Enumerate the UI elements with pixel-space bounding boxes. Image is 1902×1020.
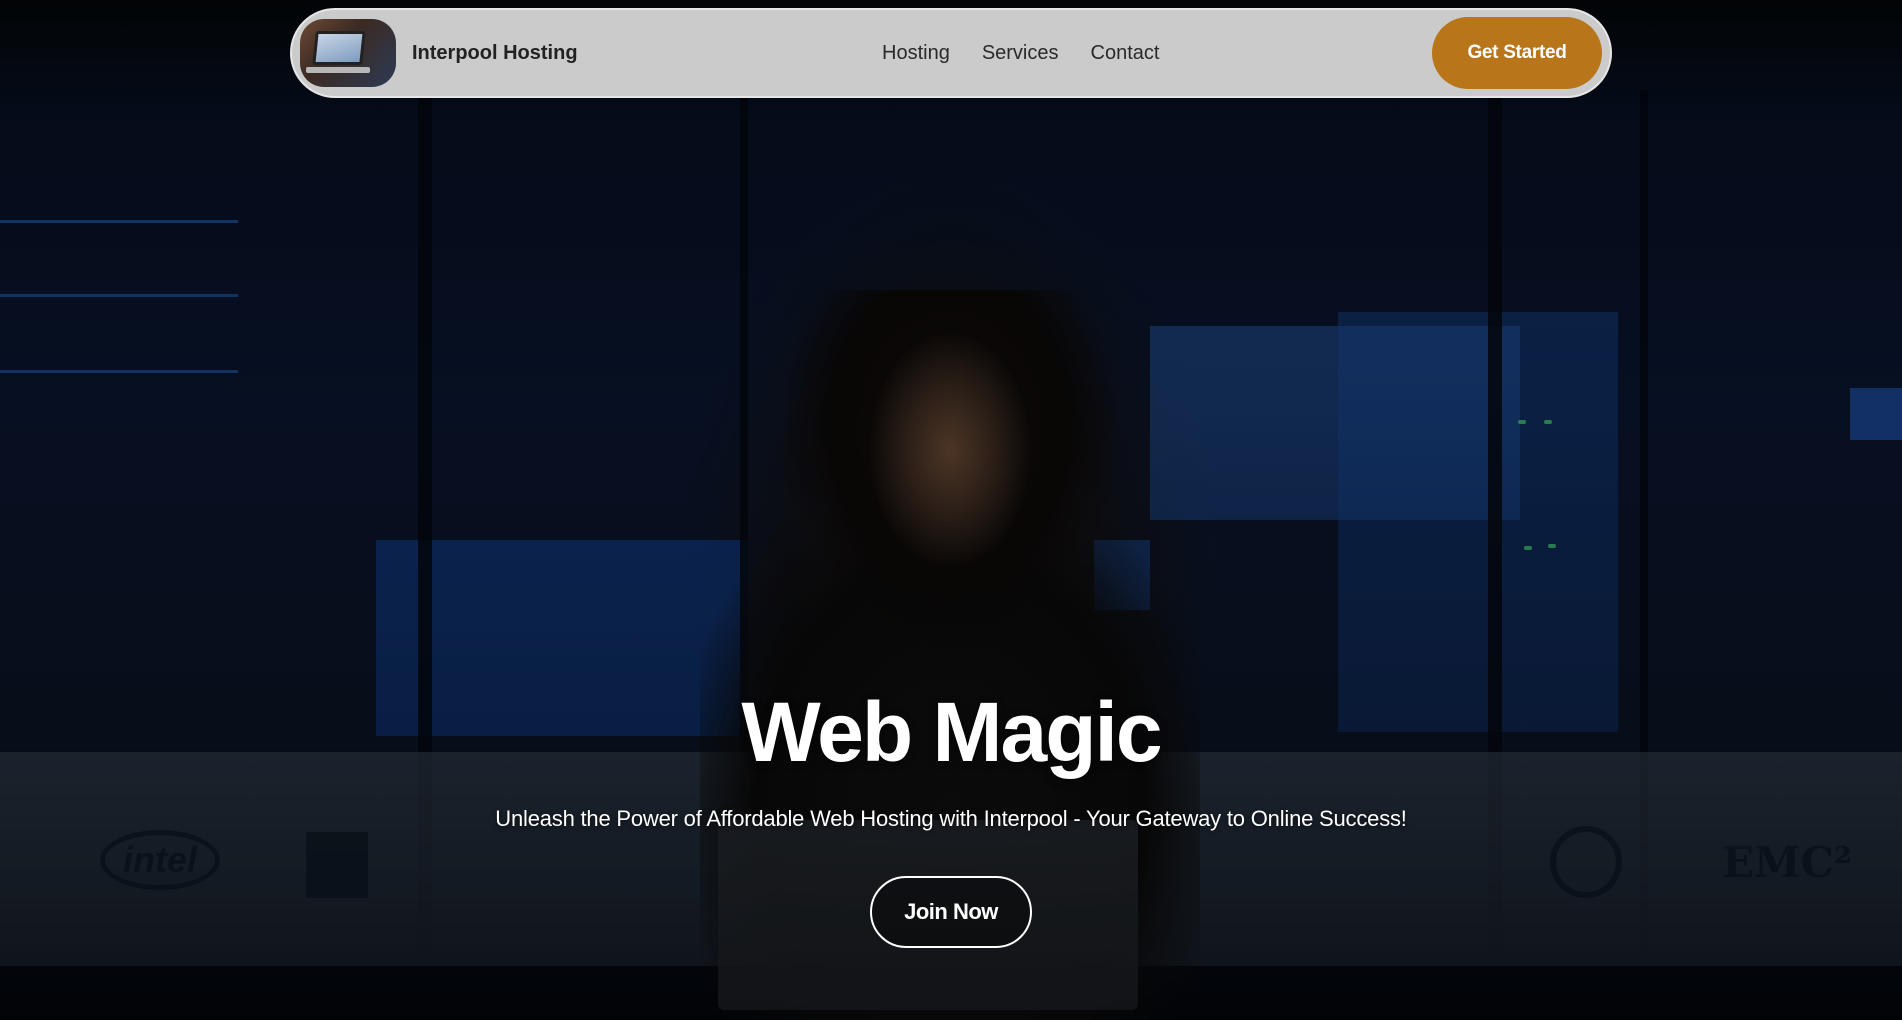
navbar: Interpool Hosting Hosting Services Conta… [290,8,1612,98]
laptop-base [306,67,370,73]
nav-link-contact[interactable]: Contact [1091,42,1160,65]
hero-subtitle: Unleash the Power of Affordable Web Host… [495,806,1407,831]
hero-overlay [0,0,1902,1020]
nav-link-hosting[interactable]: Hosting [882,42,950,65]
laptop-icon [312,31,366,65]
nav-link-services[interactable]: Services [982,42,1059,65]
brand-name[interactable]: Interpool Hosting [412,42,578,65]
brand-logo-image[interactable] [300,19,396,87]
join-now-button[interactable]: Join Now [870,876,1032,948]
hero-section: intel EMC² [0,0,1902,1020]
get-started-button[interactable]: Get Started [1432,17,1602,89]
brand[interactable]: Interpool Hosting [300,19,578,87]
nav-links: Hosting Services Contact [882,10,1159,96]
hero-title: Web Magic [741,685,1162,779]
